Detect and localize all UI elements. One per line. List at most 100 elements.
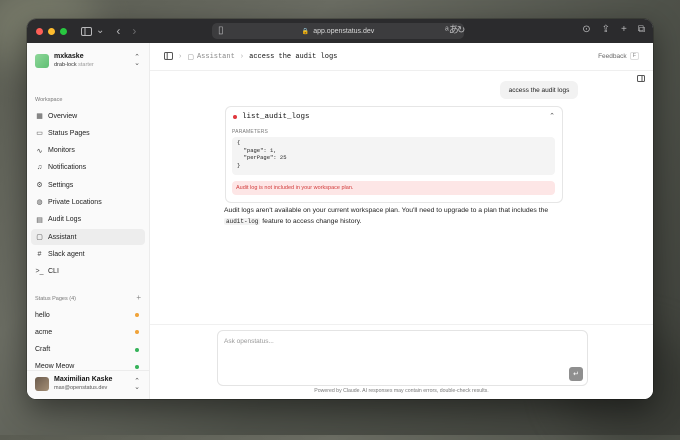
breadcrumb-section[interactable]: Assistant [197, 53, 235, 61]
user-email: max@openstatus.dev [54, 385, 108, 391]
share-icon[interactable]: ⇪ [602, 25, 610, 35]
header: › ▢ Assistant › access the audit logs Fe… [150, 43, 653, 71]
feedback-button[interactable]: Feedback F [598, 52, 639, 60]
sidebar-item-label: Notifications [48, 164, 87, 172]
new-tab-icon[interactable]: + [621, 25, 627, 35]
sidebar-toggle-icon[interactable] [81, 26, 92, 36]
status-pages-section-label: Status Pages (4) [35, 296, 76, 302]
chevron-up-icon[interactable]: ⌃ [549, 112, 555, 120]
sidebar-item-label: Settings [48, 181, 74, 189]
ai-disclaimer: Powered by Claude. AI responses may cont… [314, 388, 489, 394]
feedback-label: Feedback [598, 52, 627, 60]
code-line: { [237, 139, 241, 146]
team-name: mxkaske [54, 53, 84, 60]
status-page-label: hello [35, 311, 50, 319]
code-line: "perPage": 25 [237, 154, 287, 161]
status-page-item[interactable]: hello [31, 307, 145, 323]
code-line: } [237, 161, 241, 169]
right-panel-toggle-icon[interactable] [637, 75, 645, 84]
sidebar-item-notifications[interactable]: ♫ Notifications [31, 160, 145, 176]
sidebar-item-label: Audit Logs [48, 216, 82, 224]
message-icon: ▢ [36, 234, 43, 242]
lock-icon: 🔒 [301, 28, 310, 35]
tool-name: list_audit_logs [242, 113, 310, 121]
sidebar-item-assistant[interactable]: ▢ Assistant [31, 229, 145, 246]
sidebar-item-monitors[interactable]: ∿ Monitors [31, 143, 145, 159]
gear-icon: ⚙ [36, 182, 43, 190]
workspace-label: Workspace [35, 97, 63, 103]
user-menu[interactable]: Maximilian Kaske max@openstatus.dev ⌃ ⌄ [33, 373, 143, 395]
breadcrumb-page: access the audit logs [249, 52, 338, 61]
sidebar-item-cli[interactable]: >_ CLI [31, 264, 145, 280]
globe-icon: ◍ [36, 199, 43, 207]
divider [27, 370, 149, 371]
sidebar: mxkaske drab-lock starter ⌃ ⌄ Workspace ▦… [27, 43, 150, 399]
workspace-nav: ▦ Overview ▭ Status Pages ∿ Monitors ♫ N… [31, 108, 145, 281]
chevron-right-icon: › [179, 53, 182, 60]
forward-icon[interactable]: › [132, 25, 136, 37]
browser-titlebar: ⌄ ‹ › 🔒 app.openstatus.dev ▯ ᵃあ ↻ ⊙ ⇪ + … [27, 19, 653, 43]
sidebar-item-settings[interactable]: ⚙ Settings [31, 177, 145, 193]
sidebar-item-status-pages[interactable]: ▭ Status Pages [31, 125, 145, 141]
chat-composer[interactable]: Ask openstatus... ↵ [217, 330, 588, 386]
grid-icon: ▦ [36, 113, 43, 120]
url-text: app.openstatus.dev [313, 27, 375, 35]
status-pages-count: (4) [69, 296, 76, 302]
answer-text: Audit logs aren't available on your curr… [224, 207, 549, 214]
back-icon[interactable]: ‹ [116, 25, 120, 37]
send-button[interactable]: ↵ [569, 367, 583, 381]
params-code-block: { "page": 1, "perPage": 25 } [232, 137, 555, 175]
document-icon: ▤ [36, 216, 43, 224]
sidebar-item-label: Status Pages [48, 129, 90, 137]
sidebar-item-label: Slack agent [48, 250, 85, 258]
chevron-right-icon: › [240, 53, 244, 60]
activity-icon: ∿ [36, 147, 43, 155]
status-page-item[interactable]: acme [31, 324, 145, 340]
status-dot [135, 330, 139, 335]
status-page-label: acme [35, 328, 53, 336]
close-window-button[interactable] [36, 27, 43, 35]
enter-icon: ↵ [573, 371, 579, 378]
status-dot [135, 313, 139, 317]
sidebar-item-private-locations[interactable]: ◍ Private Locations [31, 194, 145, 210]
tool-call-card: list_audit_logs ⌃ PARAMETERS { "page": 1… [225, 106, 563, 203]
team-switcher[interactable]: mxkaske drab-lock starter ⌃ ⌄ [33, 48, 143, 74]
add-status-page-button[interactable]: + [136, 293, 141, 302]
user-message: access the audit logs [500, 81, 578, 99]
tab-overview-icon[interactable]: ⧉ [638, 25, 645, 35]
window-controls [36, 27, 67, 35]
code-line: "page": 1, [237, 146, 277, 154]
message-icon: ▢ [187, 53, 194, 61]
team-plan-badge: starter [78, 62, 94, 68]
browser-window: ⌄ ‹ › 🔒 app.openstatus.dev ▯ ᵃあ ↻ ⊙ ⇪ + … [27, 19, 653, 399]
divider [150, 324, 653, 325]
status-pages-list: hello acme Craft Meow Meow [31, 307, 145, 376]
sidebar-item-label: Assistant [48, 233, 77, 241]
avatar [35, 377, 49, 391]
status-page-item[interactable]: Craft [31, 342, 145, 358]
tool-call-header[interactable]: list_audit_logs [233, 113, 310, 121]
reload-icon[interactable]: ↻ [457, 26, 465, 36]
minimize-window-button[interactable] [48, 27, 55, 35]
status-pages-label: Status Pages [35, 296, 68, 302]
sidebar-item-overview[interactable]: ▦ Overview [31, 108, 145, 124]
download-icon[interactable]: ⊙ [582, 25, 590, 35]
assistant-message: Audit logs aren't available on your curr… [224, 205, 564, 227]
window-icon: ▭ [36, 130, 43, 138]
address-bar[interactable]: 🔒 app.openstatus.dev [212, 23, 464, 39]
maximize-window-button[interactable] [60, 27, 67, 35]
team-logo [35, 54, 49, 68]
sidebar-item-slack-agent[interactable]: # Slack agent [31, 246, 145, 262]
answer-text: feature to access change history. [262, 218, 362, 225]
terminal-icon: >_ [35, 268, 44, 276]
sidebar-item-audit-logs[interactable]: ▤ Audit Logs [31, 212, 145, 228]
status-dot [135, 364, 139, 369]
inline-code: audit-log [224, 218, 261, 225]
panel-toggle-icon[interactable] [164, 51, 173, 62]
status-dot [135, 347, 139, 352]
chevrons-up-down-icon: ⌃ ⌄ [134, 378, 140, 391]
chat-input[interactable]: Ask openstatus... [224, 338, 274, 345]
sidebar-item-label: Overview [48, 112, 78, 120]
user-name: Maximilian Kaske [54, 376, 113, 383]
chevron-down-icon[interactable]: ⌄ [96, 26, 104, 36]
